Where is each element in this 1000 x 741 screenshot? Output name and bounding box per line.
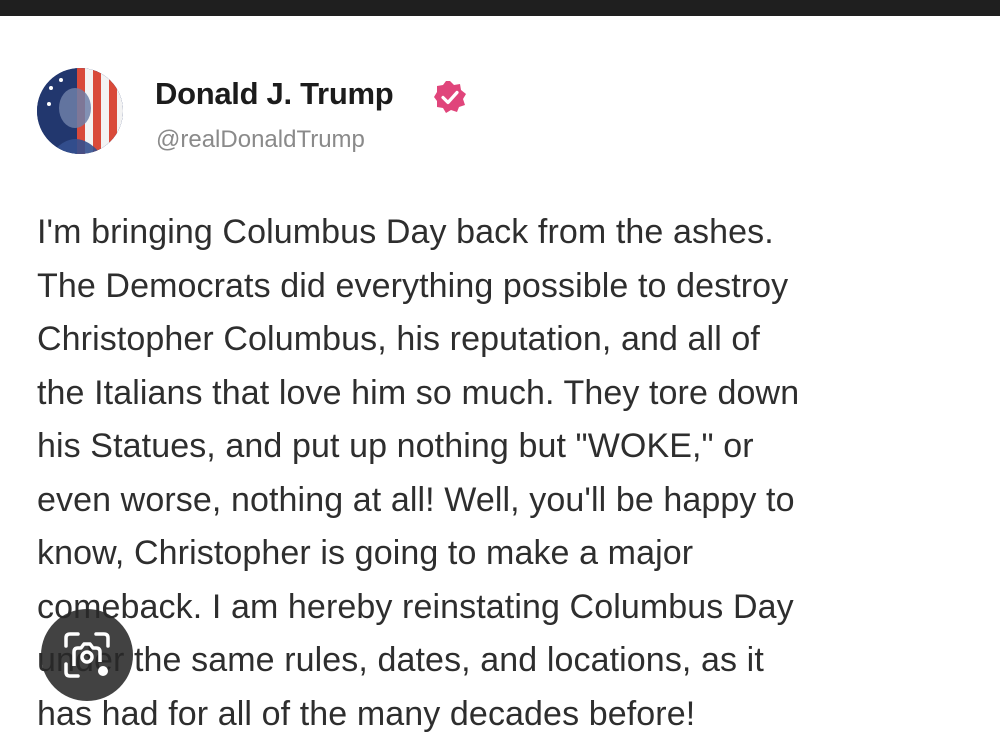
avatar[interactable]	[37, 68, 123, 154]
visual-search-button[interactable]	[41, 609, 133, 701]
post-card: Donald J. Trump @realDonaldTrump I'm bri…	[0, 16, 1000, 733]
post-text: I'm bringing Columbus Day back from the …	[37, 213, 800, 733]
author-name[interactable]: Donald J. Trump	[155, 76, 394, 112]
top-bar	[0, 0, 1000, 16]
visual-search-lens-icon	[64, 632, 110, 678]
author-handle[interactable]: @realDonaldTrump	[156, 126, 365, 154]
verified-badge-icon	[434, 81, 466, 113]
flag-portrait-image	[37, 68, 123, 154]
